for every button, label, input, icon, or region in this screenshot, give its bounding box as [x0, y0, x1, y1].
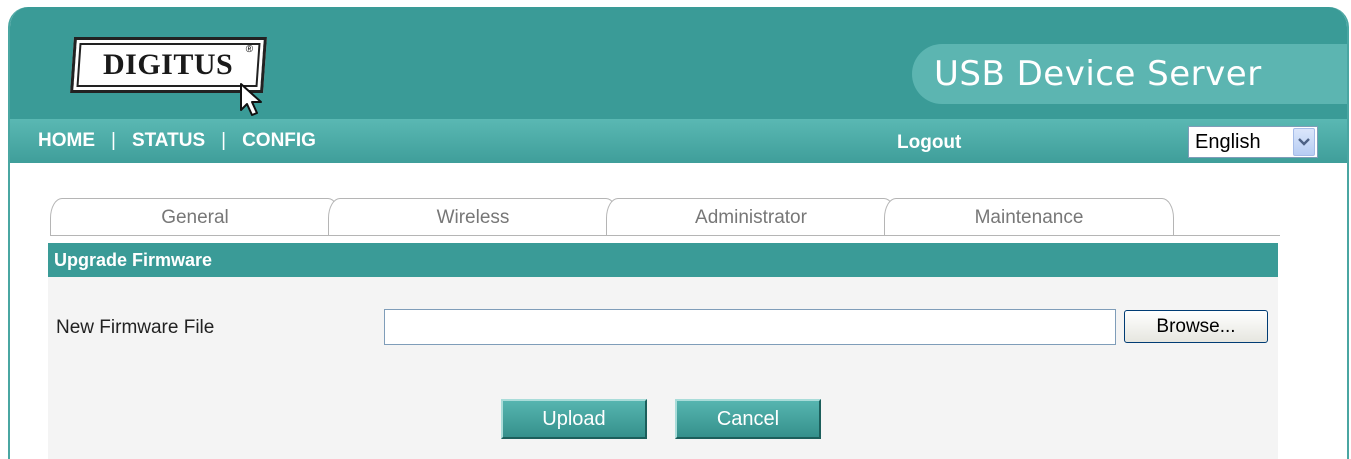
product-title-banner: USB Device Server [912, 44, 1347, 104]
product-title: USB Device Server [934, 54, 1262, 94]
cursor-arrow-icon [240, 83, 262, 116]
logout-link[interactable]: Logout [897, 132, 961, 154]
nav-config[interactable]: CONFIG [242, 130, 316, 152]
language-select[interactable]: English [1188, 126, 1318, 158]
page-frame: DIGITUS ® USB Device Server HOME | STATU… [8, 7, 1349, 459]
nav-home[interactable]: HOME [38, 130, 95, 152]
logo-registered-mark: ® [245, 44, 254, 55]
chevron-down-icon[interactable] [1293, 128, 1315, 156]
upload-button[interactable]: Upload [501, 399, 647, 439]
section-title: Upgrade Firmware [48, 243, 1278, 277]
nav-separator: | [221, 130, 227, 151]
logo-text: DIGITUS [103, 48, 234, 81]
tab-administrator[interactable]: Administrator [606, 198, 896, 236]
firmware-file-input[interactable] [384, 309, 1116, 345]
tab-general[interactable]: General [50, 198, 340, 236]
nav-links: HOME | STATUS | CONFIG [38, 130, 316, 152]
firmware-file-label: New Firmware File [56, 317, 215, 338]
tab-wireless[interactable]: Wireless [328, 198, 618, 236]
firmware-form: New Firmware File Browse... Upload Cance… [48, 277, 1278, 459]
nav-separator: | [111, 130, 116, 151]
tab-maintenance[interactable]: Maintenance [884, 198, 1174, 236]
language-value: English [1195, 130, 1261, 153]
tab-divider [50, 235, 1280, 236]
nav-bar: HOME | STATUS | CONFIG Logout English [10, 119, 1347, 163]
header: DIGITUS ® USB Device Server [10, 7, 1347, 119]
nav-status[interactable]: STATUS [132, 130, 205, 152]
tab-strip: General Wireless Administrator Maintenan… [50, 198, 1280, 236]
cancel-button[interactable]: Cancel [675, 399, 821, 439]
browse-button[interactable]: Browse... [1124, 310, 1268, 343]
